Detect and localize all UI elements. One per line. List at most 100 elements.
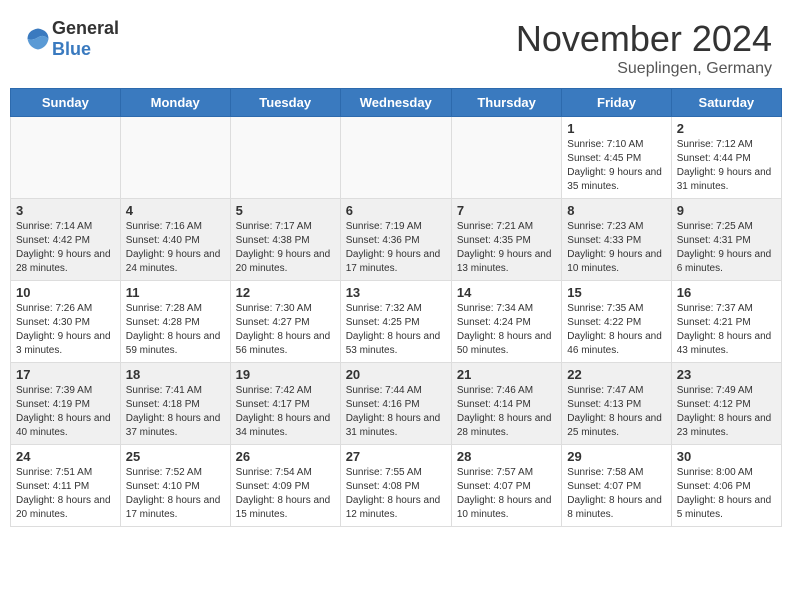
day-header-wednesday: Wednesday bbox=[340, 89, 451, 117]
day-number: 7 bbox=[457, 203, 556, 218]
day-header-tuesday: Tuesday bbox=[230, 89, 340, 117]
calendar-header-row: SundayMondayTuesdayWednesdayThursdayFrid… bbox=[11, 89, 782, 117]
day-cell: 28Sunrise: 7:57 AM Sunset: 4:07 PM Dayli… bbox=[451, 445, 561, 527]
day-cell: 17 Sunrise: 7:39 AM Sunset: 4:19 PM Dayli… bbox=[11, 363, 121, 445]
day-cell: 11 Sunrise: 7:28 AM Sunset: 4:28 PM Dayli… bbox=[120, 281, 230, 363]
day-number: 27 bbox=[346, 449, 446, 464]
day-cell bbox=[340, 117, 451, 199]
day-info: Sunrise: 7:23 AM Sunset: 4:33 PM Dayligh… bbox=[567, 220, 665, 276]
week-row-3: 10 Sunrise: 7:26 AM Sunset: 4:30 PM Dayli… bbox=[11, 281, 782, 363]
day-cell: 9 Sunrise: 7:25 AM Sunset: 4:31 PM Daylig… bbox=[671, 199, 781, 281]
day-info: Sunrise: 7:37 AM Sunset: 4:21 PM Dayligh… bbox=[677, 302, 776, 358]
day-cell bbox=[451, 117, 561, 199]
day-number: 13 bbox=[346, 285, 446, 300]
day-cell: 12Sunrise: 7:30 AM Sunset: 4:27 PM Dayli… bbox=[230, 281, 340, 363]
day-info: Sunrise: 7:42 AM Sunset: 4:17 PM Dayligh… bbox=[236, 384, 335, 440]
day-number: 16 bbox=[677, 285, 776, 300]
day-info: Sunrise: 7:25 AM Sunset: 4:31 PM Dayligh… bbox=[677, 220, 776, 276]
logo: General Blue bbox=[20, 18, 119, 60]
day-cell: 21Sunrise: 7:46 AM Sunset: 4:14 PM Dayli… bbox=[451, 363, 561, 445]
day-number: 9 bbox=[677, 203, 776, 218]
month-title: November 2024 bbox=[516, 18, 772, 60]
day-info: Sunrise: 7:26 AM Sunset: 4:30 PM Dayligh… bbox=[16, 302, 115, 358]
day-number: 4 bbox=[126, 203, 225, 218]
day-number: 1 bbox=[567, 121, 665, 136]
day-cell: 13 Sunrise: 7:32 AM Sunset: 4:25 PM Dayli… bbox=[340, 281, 451, 363]
day-info: Sunrise: 7:21 AM Sunset: 4:35 PM Dayligh… bbox=[457, 220, 556, 276]
day-info: Sunrise: 7:17 AM Sunset: 4:38 PM Dayligh… bbox=[236, 220, 335, 276]
day-info: Sunrise: 7:51 AM Sunset: 4:11 PM Dayligh… bbox=[16, 466, 115, 522]
day-number: 3 bbox=[16, 203, 115, 218]
day-cell: 26 Sunrise: 7:54 AM Sunset: 4:09 PM Dayli… bbox=[230, 445, 340, 527]
day-cell bbox=[11, 117, 121, 199]
calendar-table: SundayMondayTuesdayWednesdayThursdayFrid… bbox=[10, 88, 782, 527]
day-cell: 29 Sunrise: 7:58 AM Sunset: 4:07 PM Dayli… bbox=[562, 445, 671, 527]
day-number: 20 bbox=[346, 367, 446, 382]
day-info: Sunrise: 7:16 AM Sunset: 4:40 PM Dayligh… bbox=[126, 220, 225, 276]
day-info: Sunrise: 7:55 AM Sunset: 4:08 PM Dayligh… bbox=[346, 466, 446, 522]
day-header-thursday: Thursday bbox=[451, 89, 561, 117]
day-header-sunday: Sunday bbox=[11, 89, 121, 117]
day-number: 18 bbox=[126, 367, 225, 382]
day-cell bbox=[120, 117, 230, 199]
day-cell: 16 Sunrise: 7:37 AM Sunset: 4:21 PM Dayli… bbox=[671, 281, 781, 363]
day-number: 17 bbox=[16, 367, 115, 382]
day-cell: 23Sunrise: 7:49 AM Sunset: 4:12 PM Dayli… bbox=[671, 363, 781, 445]
day-info: Sunrise: 7:35 AM Sunset: 4:22 PM Dayligh… bbox=[567, 302, 665, 358]
day-info: Sunrise: 7:39 AM Sunset: 4:19 PM Dayligh… bbox=[16, 384, 115, 440]
day-info: Sunrise: 7:46 AM Sunset: 4:14 PM Dayligh… bbox=[457, 384, 556, 440]
day-header-friday: Friday bbox=[562, 89, 671, 117]
day-number: 11 bbox=[126, 285, 225, 300]
day-number: 15 bbox=[567, 285, 665, 300]
week-row-1: 1 Sunrise: 7:10 AM Sunset: 4:45 PM Daylig… bbox=[11, 117, 782, 199]
day-info: Sunrise: 7:19 AM Sunset: 4:36 PM Dayligh… bbox=[346, 220, 446, 276]
page-header: General Blue November 2024 Sueplingen, G… bbox=[0, 0, 792, 88]
day-info: Sunrise: 7:28 AM Sunset: 4:28 PM Dayligh… bbox=[126, 302, 225, 358]
day-info: Sunrise: 7:49 AM Sunset: 4:12 PM Dayligh… bbox=[677, 384, 776, 440]
day-number: 28 bbox=[457, 449, 556, 464]
day-number: 10 bbox=[16, 285, 115, 300]
day-cell: 15 Sunrise: 7:35 AM Sunset: 4:22 PM Dayli… bbox=[562, 281, 671, 363]
day-cell: 18 Sunrise: 7:41 AM Sunset: 4:18 PM Dayli… bbox=[120, 363, 230, 445]
day-info: Sunrise: 7:32 AM Sunset: 4:25 PM Dayligh… bbox=[346, 302, 446, 358]
day-number: 14 bbox=[457, 285, 556, 300]
day-info: Sunrise: 8:00 AM Sunset: 4:06 PM Dayligh… bbox=[677, 466, 776, 522]
day-info: Sunrise: 7:58 AM Sunset: 4:07 PM Dayligh… bbox=[567, 466, 665, 522]
week-row-5: 24 Sunrise: 7:51 AM Sunset: 4:11 PM Dayli… bbox=[11, 445, 782, 527]
day-info: Sunrise: 7:10 AM Sunset: 4:45 PM Dayligh… bbox=[567, 138, 665, 194]
day-info: Sunrise: 7:47 AM Sunset: 4:13 PM Dayligh… bbox=[567, 384, 665, 440]
day-cell: 20 Sunrise: 7:44 AM Sunset: 4:16 PM Dayli… bbox=[340, 363, 451, 445]
day-number: 8 bbox=[567, 203, 665, 218]
logo-blue: Blue bbox=[52, 39, 119, 60]
day-info: Sunrise: 7:44 AM Sunset: 4:16 PM Dayligh… bbox=[346, 384, 446, 440]
day-cell: 24 Sunrise: 7:51 AM Sunset: 4:11 PM Dayli… bbox=[11, 445, 121, 527]
day-cell bbox=[230, 117, 340, 199]
day-number: 2 bbox=[677, 121, 776, 136]
day-cell: 25Sunrise: 7:52 AM Sunset: 4:10 PM Dayli… bbox=[120, 445, 230, 527]
day-number: 6 bbox=[346, 203, 446, 218]
day-info: Sunrise: 7:54 AM Sunset: 4:09 PM Dayligh… bbox=[236, 466, 335, 522]
day-header-saturday: Saturday bbox=[671, 89, 781, 117]
day-cell: 2 Sunrise: 7:12 AM Sunset: 4:44 PM Daylig… bbox=[671, 117, 781, 199]
day-cell: 22Sunrise: 7:47 AM Sunset: 4:13 PM Dayli… bbox=[562, 363, 671, 445]
day-cell: 6 Sunrise: 7:19 AM Sunset: 4:36 PM Daylig… bbox=[340, 199, 451, 281]
day-number: 26 bbox=[236, 449, 335, 464]
day-number: 19 bbox=[236, 367, 335, 382]
day-info: Sunrise: 7:14 AM Sunset: 4:42 PM Dayligh… bbox=[16, 220, 115, 276]
day-info: Sunrise: 7:12 AM Sunset: 4:44 PM Dayligh… bbox=[677, 138, 776, 194]
day-cell: 7 Sunrise: 7:21 AM Sunset: 4:35 PM Daylig… bbox=[451, 199, 561, 281]
day-number: 29 bbox=[567, 449, 665, 464]
logo-text: General Blue bbox=[52, 18, 119, 60]
day-cell: 10 Sunrise: 7:26 AM Sunset: 4:30 PM Dayli… bbox=[11, 281, 121, 363]
day-info: Sunrise: 7:41 AM Sunset: 4:18 PM Dayligh… bbox=[126, 384, 225, 440]
day-info: Sunrise: 7:34 AM Sunset: 4:24 PM Dayligh… bbox=[457, 302, 556, 358]
week-row-4: 17 Sunrise: 7:39 AM Sunset: 4:19 PM Dayli… bbox=[11, 363, 782, 445]
logo-general: General bbox=[52, 18, 119, 39]
logo-icon bbox=[24, 25, 52, 53]
day-info: Sunrise: 7:30 AM Sunset: 4:27 PM Dayligh… bbox=[236, 302, 335, 358]
day-number: 25 bbox=[126, 449, 225, 464]
day-number: 24 bbox=[16, 449, 115, 464]
day-number: 30 bbox=[677, 449, 776, 464]
day-cell: 27 Sunrise: 7:55 AM Sunset: 4:08 PM Dayli… bbox=[340, 445, 451, 527]
day-cell: 14 Sunrise: 7:34 AM Sunset: 4:24 PM Dayli… bbox=[451, 281, 561, 363]
